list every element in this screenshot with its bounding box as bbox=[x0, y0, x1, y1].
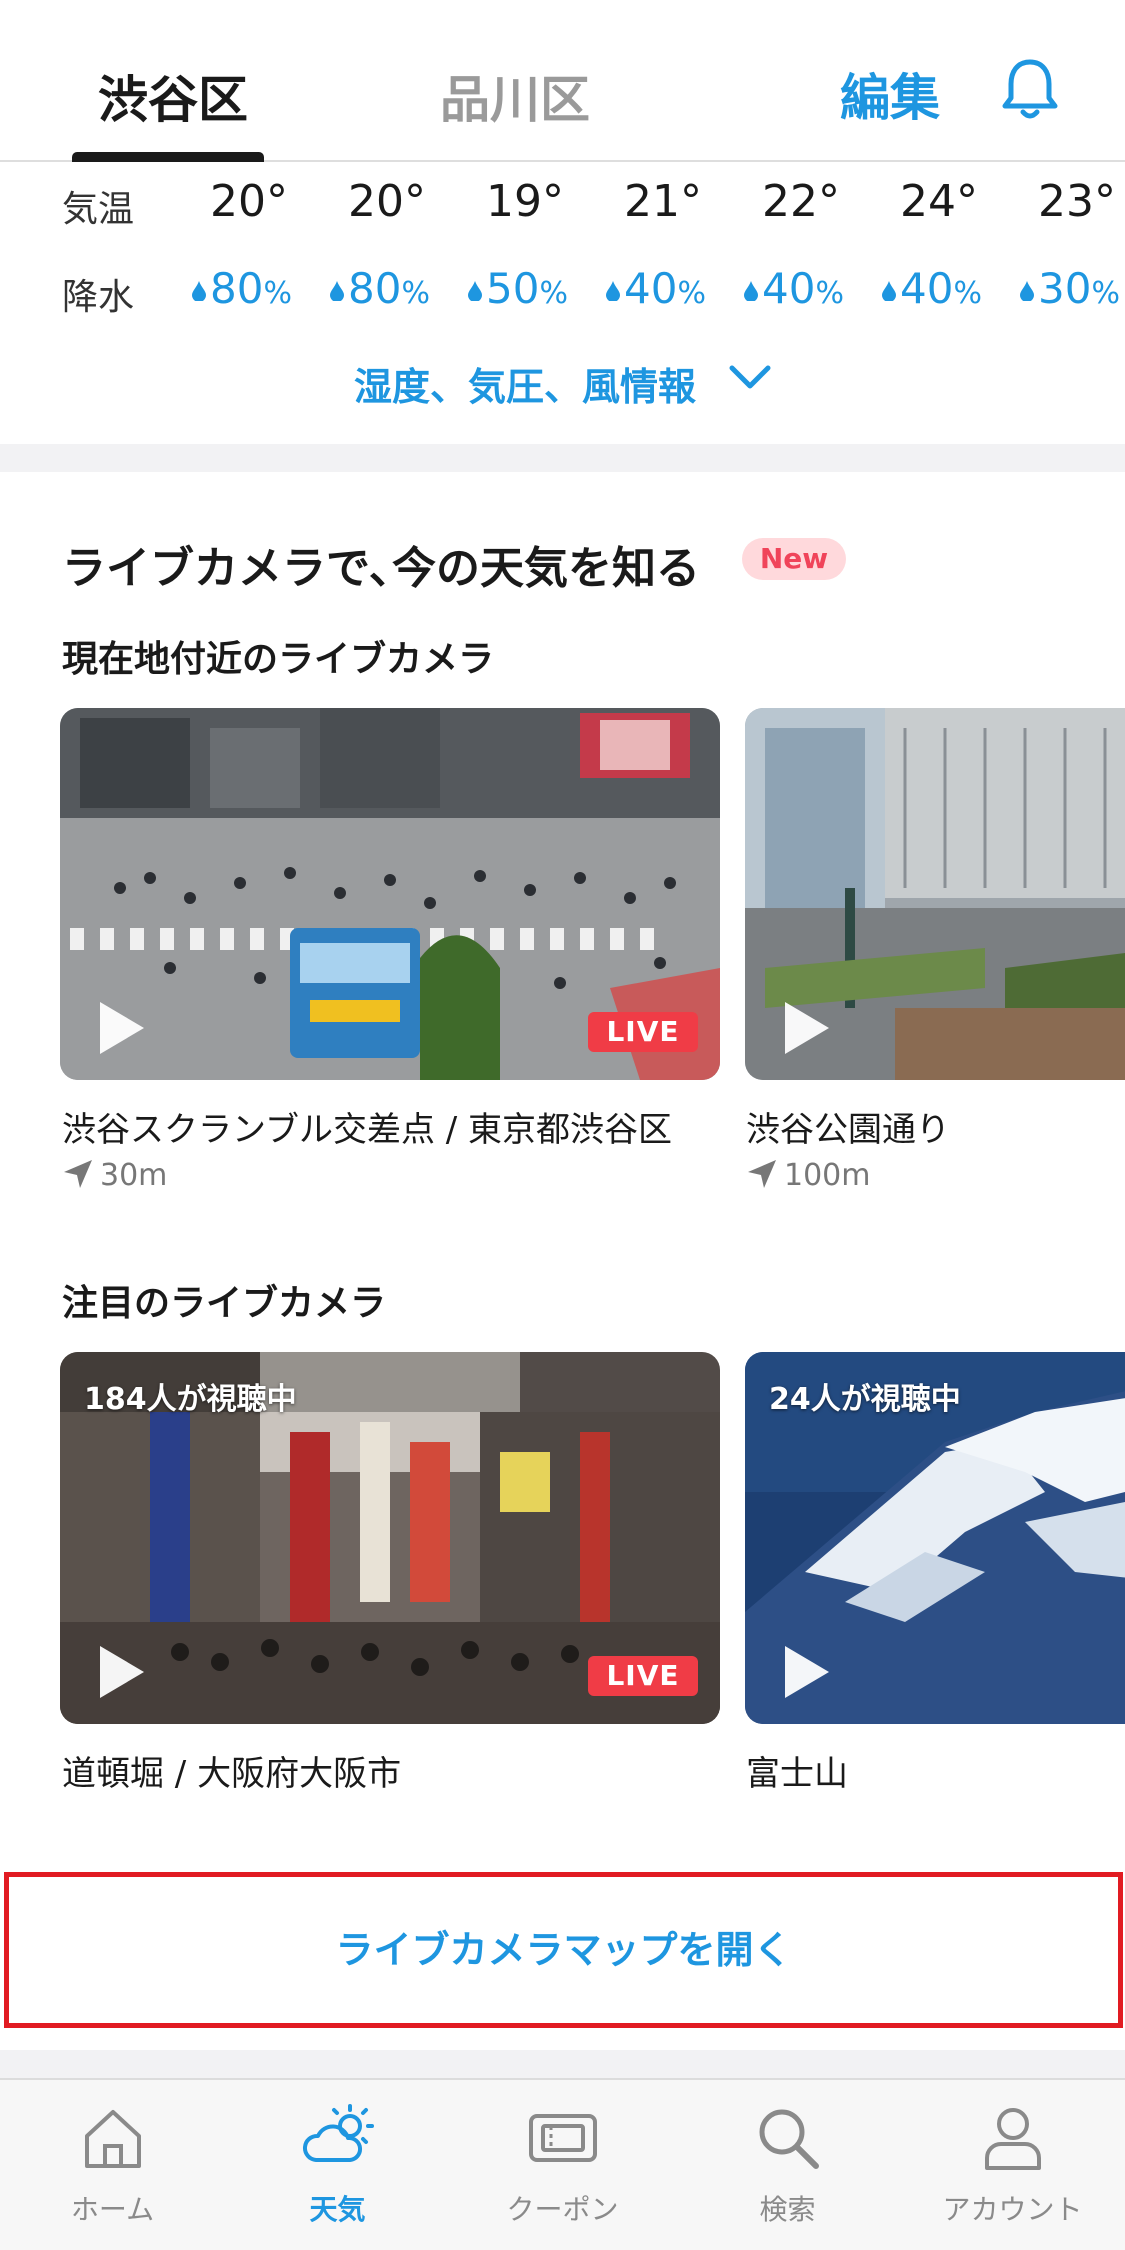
section-divider bbox=[0, 2050, 1125, 2078]
active-tab-indicator bbox=[72, 152, 264, 162]
weather-icon bbox=[303, 2104, 374, 2162]
camera-card-dotonbori[interactable]: 184人が視聴中 LIVE bbox=[60, 1352, 720, 1724]
temperature-row-label: 気温 bbox=[62, 189, 135, 230]
temp-value: 20° bbox=[348, 176, 426, 227]
nav-coupon[interactable]: クーポン bbox=[450, 2080, 675, 2250]
location-arrow-icon bbox=[64, 1160, 92, 1188]
nav-label: ホーム bbox=[70, 2193, 155, 2226]
nav-home[interactable]: ホーム bbox=[0, 2080, 225, 2250]
new-badge: New bbox=[742, 538, 846, 580]
precip-value: 40% bbox=[882, 264, 982, 313]
precip-value: 80% bbox=[192, 264, 292, 313]
raindrop-icon bbox=[1020, 281, 1034, 301]
live-badge: LIVE bbox=[588, 1656, 698, 1696]
bell-icon[interactable] bbox=[995, 54, 1065, 124]
tab-shibuya[interactable]: 渋谷区 bbox=[98, 60, 248, 132]
hourly-weather-table: 気温 20° 20° 19° 21° 22° 24° 23° 降水 80% 80… bbox=[0, 164, 1125, 444]
home-icon bbox=[85, 2110, 141, 2168]
temp-value: 23° bbox=[1038, 176, 1116, 227]
edit-button[interactable]: 編集 bbox=[840, 58, 940, 130]
nav-account[interactable]: アカウント bbox=[900, 2080, 1125, 2250]
play-icon bbox=[785, 1646, 829, 1698]
section-divider bbox=[0, 444, 1125, 472]
location-arrow-icon bbox=[748, 1160, 776, 1188]
precip-value: 50% bbox=[468, 264, 568, 313]
nav-label: 天気 bbox=[309, 2193, 366, 2226]
camera-name[interactable]: 渋谷公園通り bbox=[746, 1102, 950, 1151]
camera-name[interactable]: 道頓堀 / 大阪府大阪市 bbox=[62, 1746, 401, 1795]
coupon-icon bbox=[529, 2114, 597, 2162]
humidity-pressure-wind-link[interactable]: 湿度、気圧、風情報 bbox=[354, 356, 696, 411]
raindrop-icon bbox=[744, 281, 758, 301]
raindrop-icon bbox=[192, 281, 206, 301]
play-icon bbox=[785, 1002, 829, 1054]
temp-value: 22° bbox=[762, 176, 840, 227]
location-tab-bar: 渋谷区 品川区 編集 bbox=[0, 0, 1125, 162]
temp-value: 21° bbox=[624, 176, 702, 227]
temp-value: 24° bbox=[900, 176, 978, 227]
nav-label: クーポン bbox=[506, 2193, 619, 2226]
precip-value: 40% bbox=[606, 264, 706, 313]
camera-card-fuji[interactable]: 24人が視聴中 bbox=[745, 1352, 1125, 1724]
raindrop-icon bbox=[882, 281, 896, 301]
raindrop-icon bbox=[606, 281, 620, 301]
precip-value: 40% bbox=[744, 264, 844, 313]
account-icon bbox=[985, 2108, 1041, 2170]
nav-weather[interactable]: 天気 bbox=[225, 2080, 450, 2250]
camera-card-koen-dori[interactable] bbox=[745, 708, 1125, 1080]
temp-value: 19° bbox=[486, 176, 564, 227]
search-icon bbox=[759, 2109, 819, 2169]
featured-cameras-title: 注目のライブカメラ bbox=[62, 1283, 387, 1324]
play-icon bbox=[100, 1002, 144, 1054]
camera-name[interactable]: 富士山 bbox=[746, 1746, 848, 1795]
nav-label: アカウント bbox=[942, 2193, 1083, 2226]
viewer-count: 184人が視聴中 bbox=[84, 1382, 297, 1417]
camera-distance: 100m bbox=[746, 1158, 870, 1193]
precip-value: 80% bbox=[330, 264, 430, 313]
live-camera-section-title: ライブカメラで､今の天気を知る bbox=[62, 543, 700, 594]
chevron-down-icon[interactable] bbox=[728, 362, 772, 392]
temp-value: 20° bbox=[210, 176, 288, 227]
nav-search[interactable]: 検索 bbox=[675, 2080, 900, 2250]
nav-label: 検索 bbox=[759, 2193, 816, 2226]
raindrop-icon bbox=[330, 281, 344, 301]
tab-shinagawa[interactable]: 品川区 bbox=[440, 60, 590, 132]
live-badge: LIVE bbox=[588, 1012, 698, 1052]
camera-card-shibuya-scramble[interactable]: LIVE bbox=[60, 708, 720, 1080]
raindrop-icon bbox=[468, 281, 482, 301]
viewer-count: 24人が視聴中 bbox=[769, 1382, 961, 1417]
camera-distance: 30m bbox=[62, 1158, 167, 1193]
play-icon bbox=[100, 1646, 144, 1698]
nearby-cameras-title: 現在地付近のライブカメラ bbox=[62, 639, 495, 680]
precipitation-row-label: 降水 bbox=[62, 277, 135, 318]
precip-value: 30% bbox=[1020, 264, 1120, 313]
camera-name[interactable]: 渋谷スクランブル交差点 / 東京都渋谷区 bbox=[62, 1102, 672, 1151]
bottom-navigation: ホーム 天気 クーポン 検索 アカウント bbox=[0, 2078, 1125, 2250]
open-live-camera-map-button[interactable]: ライブカメラマップを開く bbox=[4, 1872, 1123, 2028]
